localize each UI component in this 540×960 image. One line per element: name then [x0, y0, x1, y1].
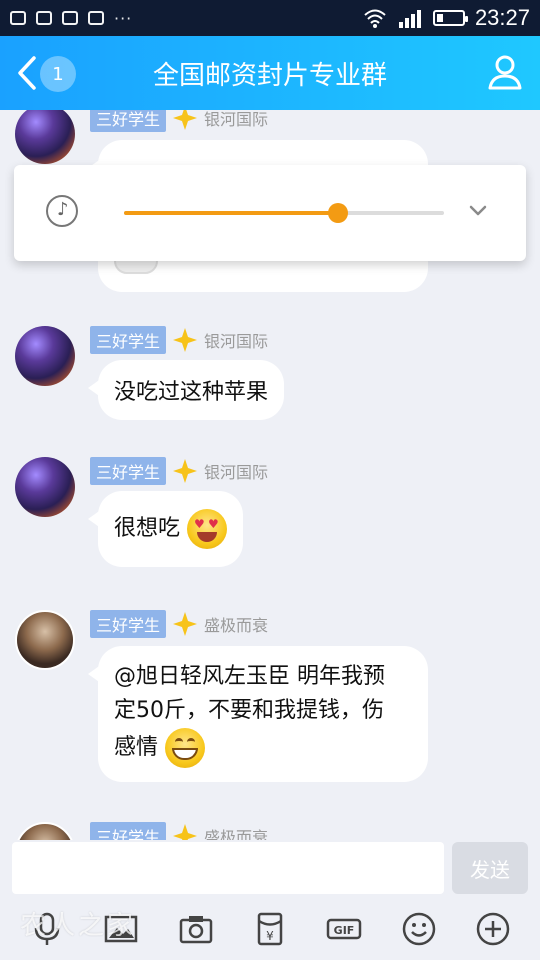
message-bubble[interactable]: 很想吃 ♥ ♥ [87, 491, 244, 567]
group-members-icon[interactable] [484, 52, 526, 92]
clock: 23:27 [474, 5, 530, 30]
sender-name: 盛极而衰 [204, 616, 269, 635]
mail-notification-icon [88, 11, 104, 25]
message-text: 没吃过这种苹果 [114, 380, 269, 405]
avatar[interactable] [15, 110, 75, 164]
rank-badge: 三好学生 [90, 457, 167, 485]
plus-icon[interactable] [473, 909, 513, 949]
battery-icon [432, 10, 468, 26]
grin-emoji-icon [165, 728, 206, 768]
star-icon [172, 611, 198, 637]
audio-progress-thumb[interactable] [328, 203, 349, 223]
svg-text:¥: ¥ [266, 929, 274, 943]
sender-name: 银河国际 [204, 463, 269, 482]
star-icon [172, 327, 198, 353]
star-icon [172, 110, 198, 131]
avatar[interactable] [15, 610, 75, 670]
chat-header: 1 全国邮资封片专业群 [0, 36, 540, 110]
message-text-line-1: @旭日轻风左玉臣 明年我预 [114, 664, 385, 689]
star-icon [172, 823, 198, 840]
message-notification-icon [36, 11, 52, 25]
rank-badge: 三好学生 [90, 610, 167, 638]
wifi-icon [364, 9, 386, 28]
message-bubble[interactable]: 没吃过这种苹果 [87, 360, 285, 420]
notification-icons: ··· [10, 9, 132, 28]
rank-badge: 三好学生 [90, 822, 167, 840]
sender-name: 银河国际 [204, 110, 269, 129]
wechat-notification-icon [62, 11, 78, 25]
watermark: 农人之家 [20, 911, 137, 941]
rank-badge: 三好学生 [90, 326, 167, 354]
message-text: 很想吃 [114, 516, 181, 541]
chevron-down-icon[interactable] [466, 199, 490, 223]
audio-progress-slider[interactable] [124, 203, 444, 223]
audio-progress-fill [124, 211, 339, 215]
sender-name: 盛极而衰 [204, 828, 269, 840]
emoji-icon[interactable] [399, 909, 439, 949]
signal-icon [398, 10, 421, 28]
gif-icon[interactable]: GIF [324, 909, 364, 949]
image-notification-icon [10, 11, 26, 25]
camera-icon[interactable] [176, 909, 216, 949]
send-button[interactable]: 发送 [452, 842, 528, 894]
star-icon [172, 458, 198, 484]
message-input[interactable] [12, 842, 444, 894]
more-notifications-icon: ··· [114, 8, 133, 28]
status-bar: ··· 23:27 [0, 0, 540, 36]
sender-name: 银河国际 [204, 332, 269, 351]
rank-badge: 三好学生 [90, 110, 167, 132]
heart-eyes-emoji-icon: ♥ ♥ [187, 509, 228, 549]
avatar[interactable] [15, 822, 75, 840]
red-packet-icon[interactable]: ¥ [250, 909, 290, 949]
group-title: 全国邮资封片专业群 [152, 60, 387, 91]
message-text-line-3: 感情 [114, 735, 159, 760]
avatar[interactable] [15, 457, 75, 517]
audio-player-panel [14, 165, 526, 261]
svg-text:GIF: GIF [334, 924, 355, 937]
message-text-line-2: 定50斤，不要和我提钱，伤 [114, 698, 384, 723]
composer: 发送 [0, 840, 540, 898]
message-bubble[interactable]: @旭日轻风左玉臣 明年我预 定50斤，不要和我提钱，伤 感情 [88, 646, 428, 782]
music-note-icon[interactable] [46, 195, 78, 227]
back-arrow-icon[interactable] [12, 54, 42, 92]
avatar[interactable] [15, 326, 75, 386]
unread-badge[interactable]: 1 [40, 56, 76, 92]
